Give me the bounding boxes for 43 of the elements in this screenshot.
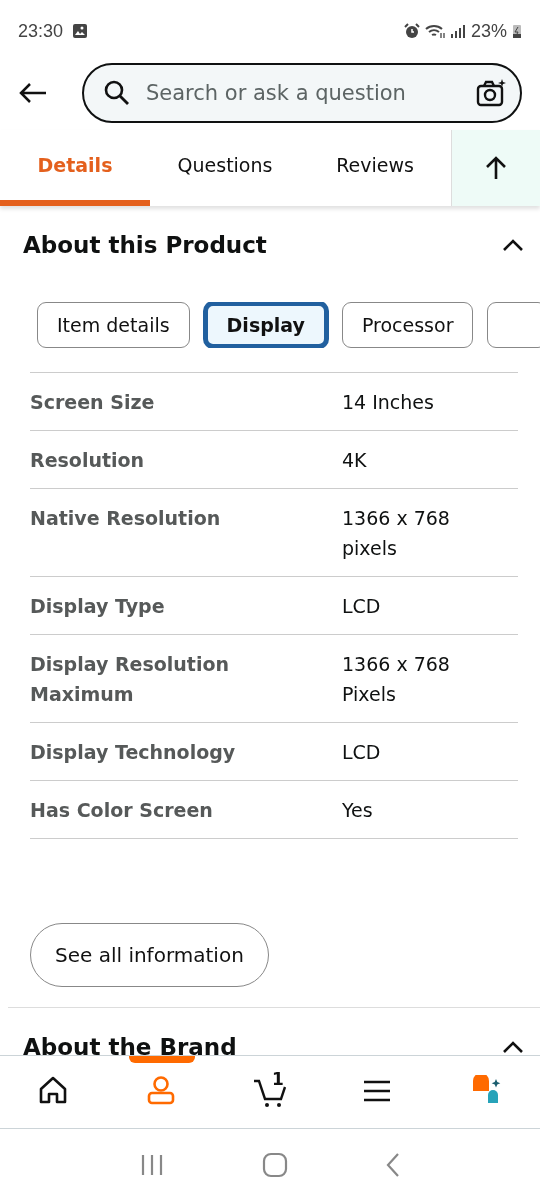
spec-name: Display Resolution Maximum — [30, 652, 231, 707]
camera-icon[interactable] — [476, 79, 506, 107]
section-heading: About this Product — [23, 232, 267, 258]
spec-value: 1366 x 768 Pixels — [342, 652, 451, 707]
spec-value: Yes — [342, 798, 374, 823]
battery-percent: 23% — [470, 20, 507, 42]
spec-name: Display Technology — [30, 740, 237, 765]
search-field[interactable]: Search or ask a question — [144, 80, 462, 106]
signal-icon — [449, 23, 466, 39]
see-all-button[interactable]: See all information — [30, 923, 269, 987]
status-time: 23:30 — [18, 20, 64, 42]
spec-name: Screen Size — [30, 390, 156, 415]
back-icon[interactable] — [385, 1151, 402, 1178]
spec-name: Native Resolution — [30, 506, 222, 531]
filter-chip[interactable]: Processor — [341, 302, 474, 348]
search-icon — [104, 80, 130, 106]
filter-chip[interactable]: Item details — [37, 302, 190, 348]
battery-icon — [512, 23, 522, 39]
spec-name: Has Color Screen — [30, 798, 214, 823]
spec-name: Resolution — [30, 448, 146, 473]
spec-name: Display Type — [30, 594, 166, 619]
tab[interactable]: Questions — [150, 130, 300, 206]
cart-count: 1 — [272, 1069, 284, 1089]
spec-value: 1366 x 768 pixels — [342, 506, 451, 561]
caret-icon[interactable] — [502, 238, 524, 252]
filter-chip[interactable]: Display — [203, 302, 328, 348]
caret-icon[interactable] — [502, 1040, 524, 1054]
home-button-icon[interactable] — [262, 1151, 288, 1178]
back-arrow-icon[interactable] — [18, 81, 48, 105]
spec-value: LCD — [342, 740, 382, 765]
spec-value: 4K — [342, 448, 368, 473]
alarm-icon — [403, 23, 420, 39]
image-icon — [72, 23, 89, 39]
spec-value: 14 Inches — [342, 390, 435, 415]
section-heading: About the Brand — [23, 1034, 237, 1055]
up-arrow-icon — [485, 156, 507, 180]
tab[interactable]: Details — [0, 130, 150, 206]
wifi-icon — [424, 23, 445, 39]
scroll-top-button[interactable] — [451, 130, 540, 206]
search-bar[interactable]: Search or ask a question — [82, 63, 522, 123]
spec-value: LCD — [342, 594, 382, 619]
tab[interactable]: Reviews — [300, 130, 450, 206]
filter-chip[interactable] — [487, 302, 540, 348]
